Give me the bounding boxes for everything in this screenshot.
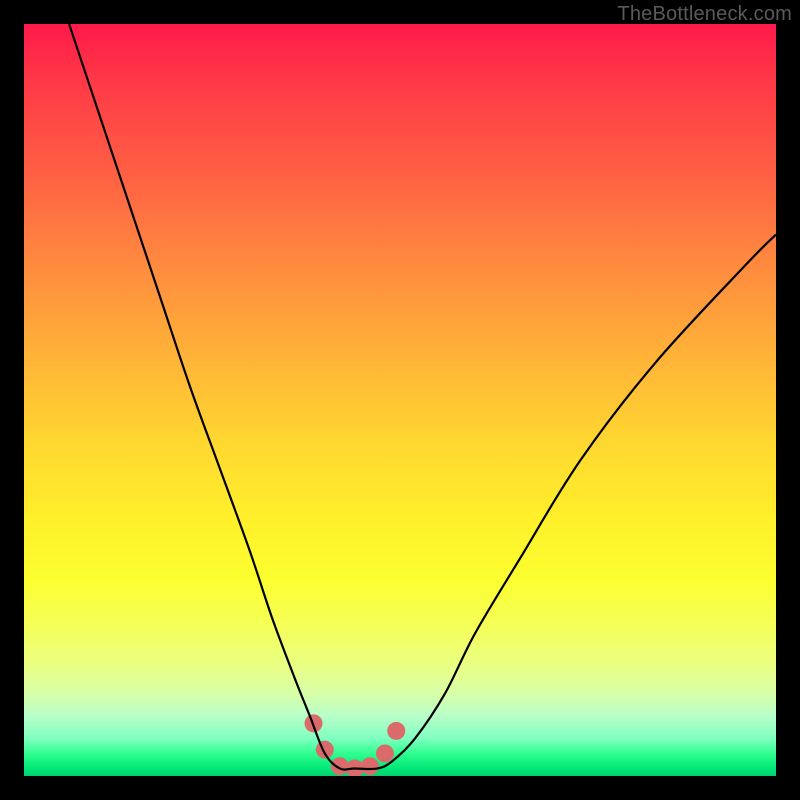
valley-dot: [331, 757, 349, 775]
valley-dot: [316, 741, 334, 759]
curve-layer: [24, 24, 776, 776]
valley-dot: [361, 757, 379, 775]
valley-dot: [387, 722, 405, 740]
watermark-text: TheBottleneck.com: [617, 3, 792, 26]
valley-marker: [305, 714, 406, 776]
valley-dot: [376, 744, 394, 762]
plot-area: [24, 24, 776, 776]
chart-container: TheBottleneck.com: [0, 0, 800, 800]
bottleneck-curve: [69, 24, 776, 770]
